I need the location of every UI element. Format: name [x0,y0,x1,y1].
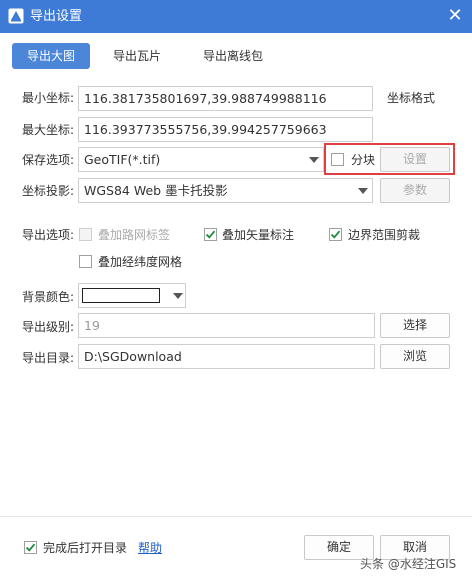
params-button[interactable]: 参数 [380,178,450,203]
vector-labels-label: 叠加矢量标注 [222,228,295,242]
close-icon[interactable]: ✕ [444,6,466,28]
tab-export-tiles[interactable]: 导出瓦片 [103,43,171,69]
export-level-label: 导出级别: [22,320,75,334]
tiling-checkbox[interactable] [331,153,344,166]
export-dir-label: 导出目录: [22,351,75,365]
road-labels-label: 叠加路网标签 [98,228,171,242]
projection-value: WGS84 Web 墨卡托投影 [84,183,228,198]
title-bar: 导出设置 ✕ [0,0,472,33]
graticule-checkbox[interactable] [79,255,92,268]
checkmark-icon [25,543,36,552]
road-labels-checkbox[interactable] [79,228,92,241]
background-color-label: 背景颜色: [22,290,75,304]
help-link[interactable]: 帮助 [138,540,162,556]
export-dir-input[interactable]: D:\SGDownload [78,344,375,369]
max-coord-input[interactable]: 116.393773555756,39.994257759663 [78,117,373,142]
settings-button[interactable]: 设置 [380,147,450,172]
export-options-label: 导出选项: [22,228,75,242]
select-button[interactable]: 选择 [380,313,450,338]
save-option-select[interactable]: GeoTIF(*.tif) [78,147,324,172]
chevron-down-icon[interactable] [309,157,319,163]
tab-export-image[interactable]: 导出大图 [12,43,90,69]
export-level-input[interactable]: 19 [78,313,375,338]
min-coord-input[interactable]: 116.381735801697,39.988749988116 [78,86,373,111]
background-color-picker[interactable] [78,283,186,308]
checkmark-icon [205,230,216,239]
browse-button[interactable]: 浏览 [380,344,450,369]
save-option-label: 保存选项: [22,153,75,167]
open-dir-checkbox[interactable] [24,541,37,554]
chevron-down-icon[interactable] [358,188,368,194]
projection-select[interactable]: WGS84 Web 墨卡托投影 [78,178,373,203]
save-option-value: GeoTIF(*.tif) [84,152,161,167]
tab-export-offline-pack[interactable]: 导出离线包 [185,43,281,69]
checkmark-icon [330,230,341,239]
boundary-clip-checkbox[interactable] [329,228,342,241]
footer-divider [0,516,472,517]
color-swatch [82,288,160,303]
coord-format-label[interactable]: 坐标格式 [387,90,435,106]
watermark-text: 头条 @水经注GIS [360,557,457,571]
max-coord-label: 最大坐标: [22,123,75,137]
open-dir-label: 完成后打开目录 [43,541,128,555]
graticule-label: 叠加经纬度网格 [98,255,183,269]
app-logo-icon [8,8,24,24]
min-coord-label: 最小坐标: [22,91,75,105]
tiling-label: 分块 [351,153,376,167]
vector-labels-checkbox[interactable] [204,228,217,241]
projection-label: 坐标投影: [22,184,75,198]
chevron-down-icon[interactable] [173,293,183,299]
boundary-clip-label: 边界范围剪裁 [348,228,421,242]
window-title: 导出设置 [30,9,83,24]
